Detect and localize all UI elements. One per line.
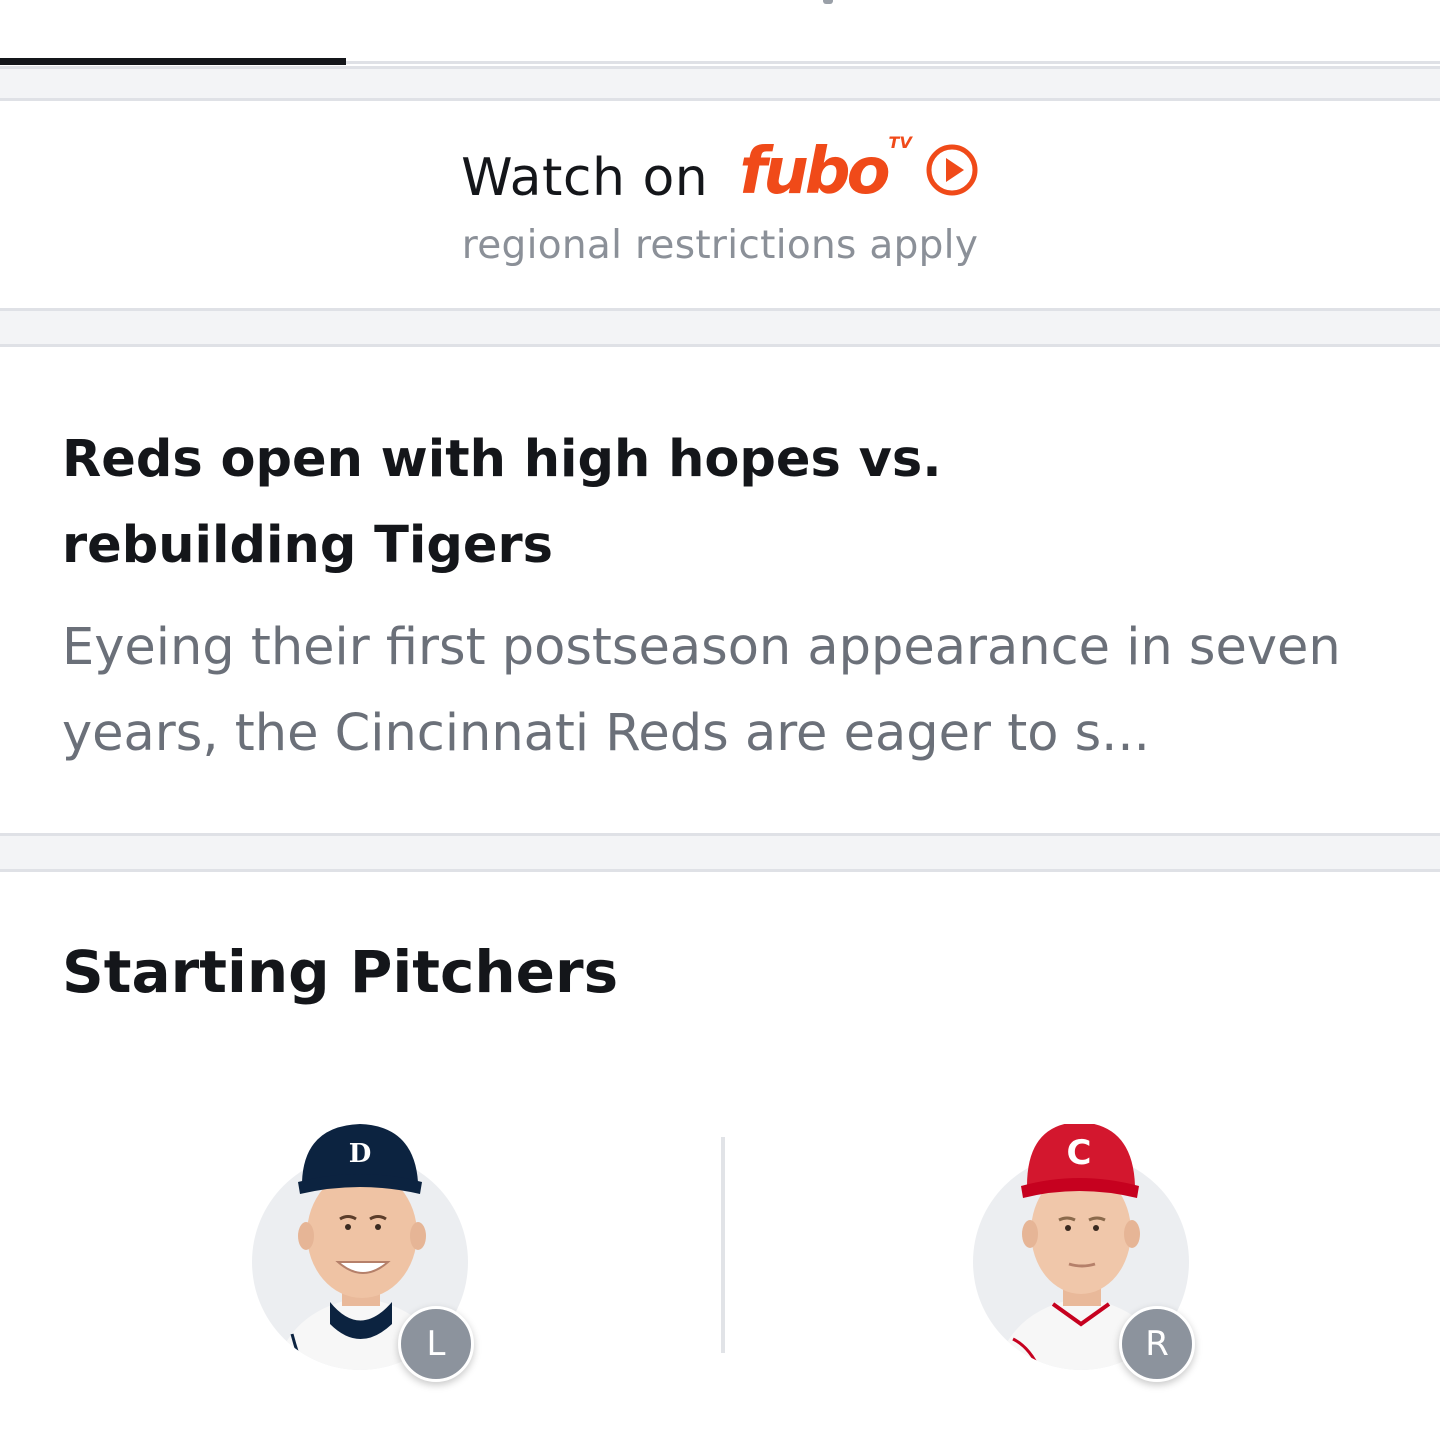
starting-pitchers-section: Starting Pitchers D L C R [0, 872, 1440, 1440]
fubo-logo[interactable]: fubo TV [739, 132, 979, 209]
watch-line[interactable]: Watch on fubo TV [0, 133, 1440, 215]
section-separator [0, 308, 1440, 347]
article-preview-card[interactable]: Reds open with high hopes vs. rebuilding… [0, 347, 1440, 833]
section-separator [0, 66, 1440, 101]
throws-hand-badge: L [398, 1306, 474, 1382]
pitcher-divider [721, 1137, 725, 1353]
play-circle-icon[interactable] [925, 143, 979, 201]
article-summary: Eyeing their first postseason appearance… [62, 618, 1341, 763]
watch-on-fubo-banner[interactable]: Watch on fubo TV regional restrictions ap… [0, 101, 1440, 308]
section-separator [0, 833, 1440, 872]
article-headline[interactable]: Reds open with high hopes vs. rebuilding… [62, 417, 1022, 589]
away-pitcher[interactable]: D L [252, 1124, 482, 1384]
tab-bar [0, 0, 1440, 66]
section-title: Starting Pitchers [62, 938, 619, 1006]
fubo-wordmark: fubo [739, 135, 890, 209]
home-pitcher[interactable]: C R [973, 1124, 1203, 1384]
watch-label: Watch on [461, 148, 709, 208]
tab-label-fragment[interactable] [823, 0, 833, 4]
svg-text:D: D [349, 1139, 372, 1169]
active-tab-indicator [0, 58, 346, 65]
svg-text:C: C [1067, 1133, 1092, 1173]
regional-restrictions-note: regional restrictions apply [461, 223, 979, 268]
throws-hand-badge: R [1119, 1306, 1195, 1382]
fubo-tv-superscript: TV [888, 132, 912, 152]
